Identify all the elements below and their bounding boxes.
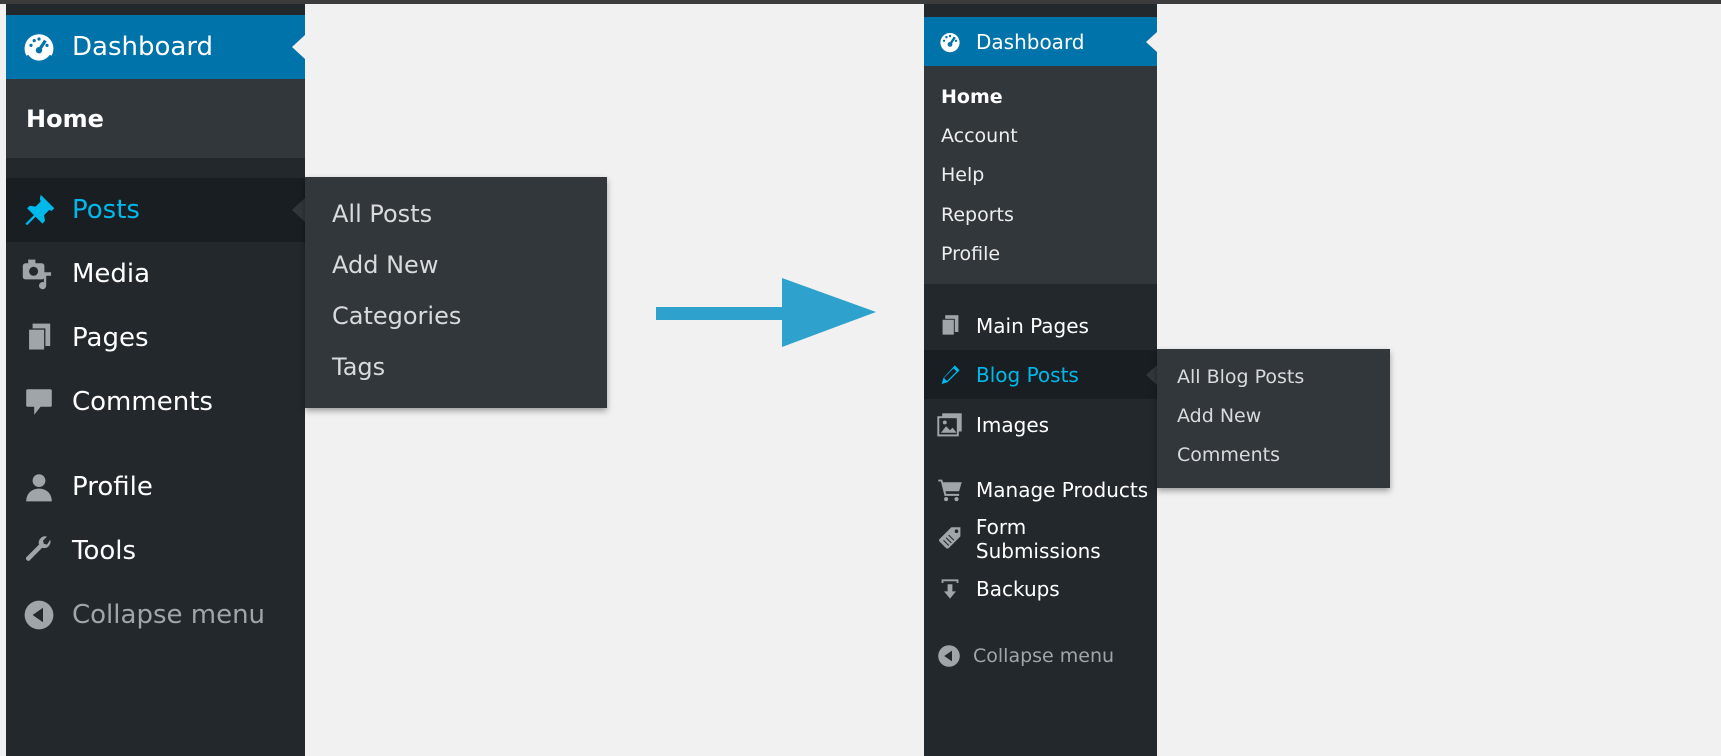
images-icon	[924, 412, 976, 438]
wrench-icon	[6, 535, 72, 567]
menu-item-form-submissions[interactable]: Form Submissions	[924, 514, 1157, 563]
collapse-menu-button[interactable]: Collapse menu	[6, 583, 305, 647]
menu-dashboard[interactable]: Dashboard	[924, 17, 1157, 66]
user-icon	[6, 471, 72, 503]
menu-item-blog-posts[interactable]: Blog Posts	[924, 350, 1157, 399]
dashboard-submenu: Home	[6, 79, 305, 158]
menu-item-backups-label: Backups	[976, 576, 1060, 601]
blog-posts-flyout-submenu: All Blog Posts Add New Comments	[1157, 349, 1390, 488]
menu-item-comments[interactable]: Comments	[6, 370, 305, 434]
admin-menu-before: Dashboard Home Posts Media Pages Comment…	[6, 4, 305, 756]
menu-item-media[interactable]: Media	[6, 242, 305, 306]
collapse-menu-button[interactable]: Collapse menu	[924, 631, 1157, 680]
menu-item-images[interactable]: Images	[924, 400, 1157, 449]
collapse-menu-label: Collapse menu	[72, 600, 266, 630]
menu-dashboard[interactable]: Dashboard	[6, 15, 305, 79]
menu-item-tools-label: Tools	[72, 536, 137, 566]
download-icon	[924, 577, 976, 601]
menu-item-images-label: Images	[976, 412, 1050, 437]
menu-item-tools[interactable]: Tools	[6, 519, 305, 583]
flyout-categories[interactable]: Categories	[332, 302, 461, 330]
menu-item-form-submissions-label: Form Submissions	[975, 514, 1101, 563]
menu-item-manage-products-label: Manage Products	[976, 477, 1149, 502]
flyout-add-new[interactable]: Add New	[1177, 405, 1261, 427]
pages-icon	[6, 322, 72, 354]
flyout-comments[interactable]: Comments	[1177, 444, 1280, 466]
menu-item-pages[interactable]: Pages	[6, 306, 305, 370]
menu-item-comments-label: Comments	[72, 387, 213, 417]
media-icon	[6, 256, 72, 292]
flyout-all-blog-posts[interactable]: All Blog Posts	[1177, 366, 1304, 388]
cart-icon	[924, 477, 976, 503]
comment-bubble-icon	[6, 386, 72, 418]
menu-item-profile-label: Profile	[72, 472, 153, 502]
menu-item-manage-products[interactable]: Manage Products	[924, 465, 1157, 514]
submenu-home[interactable]: Home	[941, 86, 1003, 108]
transition-arrow	[656, 278, 876, 347]
menu-item-backups[interactable]: Backups	[924, 564, 1157, 613]
posts-flyout-submenu: All Posts Add New Categories Tags	[305, 177, 607, 408]
menu-item-main-pages-label: Main Pages	[976, 313, 1089, 338]
collapse-arrow-icon	[924, 644, 973, 668]
submenu-account[interactable]: Account	[941, 125, 1018, 147]
menu-dashboard-label: Dashboard	[72, 32, 214, 62]
menu-item-main-pages[interactable]: Main Pages	[924, 301, 1157, 350]
dashboard-gauge-icon	[6, 31, 72, 63]
collapse-arrow-icon	[6, 599, 72, 631]
tag-icon	[924, 526, 976, 552]
menu-dashboard-label: Dashboard	[976, 29, 1085, 54]
flyout-tags[interactable]: Tags	[332, 353, 385, 381]
menu-item-blog-posts-label: Blog Posts	[976, 362, 1079, 387]
menu-item-posts[interactable]: Posts	[6, 178, 305, 242]
submenu-help[interactable]: Help	[941, 164, 984, 186]
submenu-home[interactable]: Home	[26, 105, 104, 133]
menu-item-posts-label: Posts	[72, 195, 140, 225]
menu-item-profile[interactable]: Profile	[6, 455, 305, 519]
pencil-icon	[924, 363, 976, 387]
menu-item-media-label: Media	[72, 259, 151, 289]
dashboard-submenu: Home Account Help Reports Profile	[924, 66, 1157, 284]
menu-item-pages-label: Pages	[72, 323, 149, 353]
pin-icon	[6, 193, 72, 227]
flyout-add-new[interactable]: Add New	[332, 251, 438, 279]
submenu-profile[interactable]: Profile	[941, 243, 1000, 265]
collapse-menu-label: Collapse menu	[973, 644, 1115, 667]
dashboard-gauge-icon	[924, 30, 976, 54]
admin-menu-after: Dashboard Home Account Help Reports Prof…	[924, 4, 1157, 756]
flyout-all-posts[interactable]: All Posts	[332, 200, 432, 228]
pages-icon	[924, 314, 976, 338]
submenu-reports[interactable]: Reports	[941, 204, 1014, 226]
